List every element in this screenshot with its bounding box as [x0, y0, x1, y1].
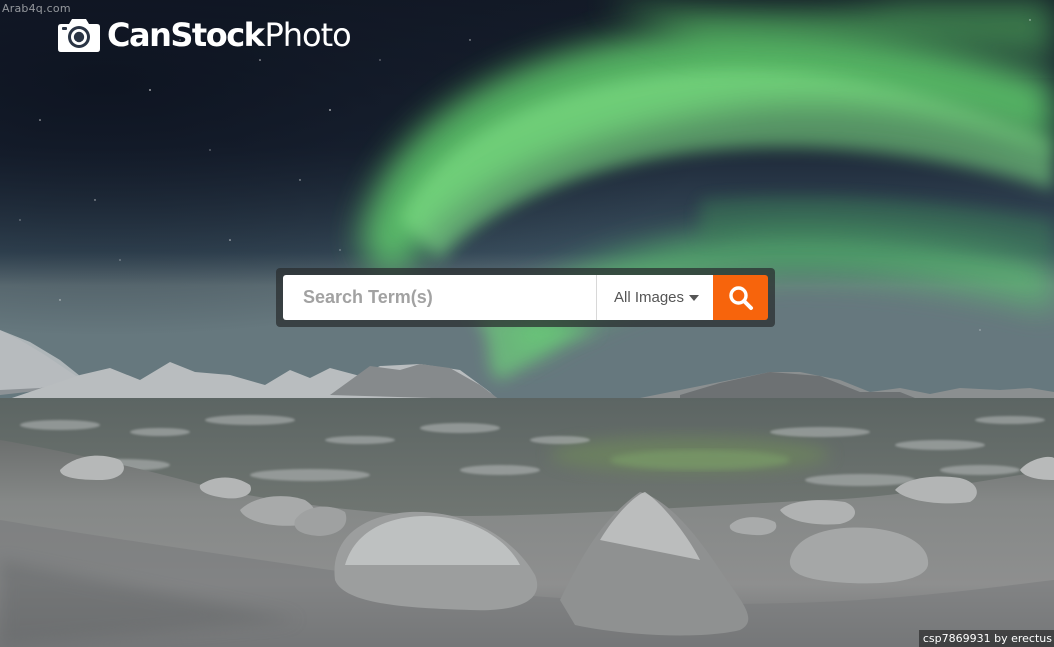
- photo-credit: csp7869931 by erectus: [918, 630, 1054, 647]
- search-row: All Images: [283, 275, 768, 320]
- camera-icon: [58, 19, 100, 52]
- image-type-label: All Images: [614, 289, 685, 306]
- watermark-text: Arab4q.com: [2, 2, 71, 15]
- caret-down-icon: [689, 295, 700, 301]
- logo-text-strong: CanStock: [107, 16, 265, 54]
- canstockphoto-logo[interactable]: CanStockPhoto: [57, 15, 352, 55]
- search-bar: All Images: [276, 268, 775, 327]
- search-input[interactable]: [283, 275, 596, 320]
- logo-wordmark: CanStockPhoto: [107, 15, 352, 55]
- search-button[interactable]: [713, 275, 768, 320]
- search-icon: [728, 285, 753, 310]
- page: Arab4q.com CanStockPhoto All Images: [0, 0, 1054, 647]
- image-type-dropdown[interactable]: All Images: [597, 275, 713, 320]
- logo-text-light: Photo: [264, 16, 351, 54]
